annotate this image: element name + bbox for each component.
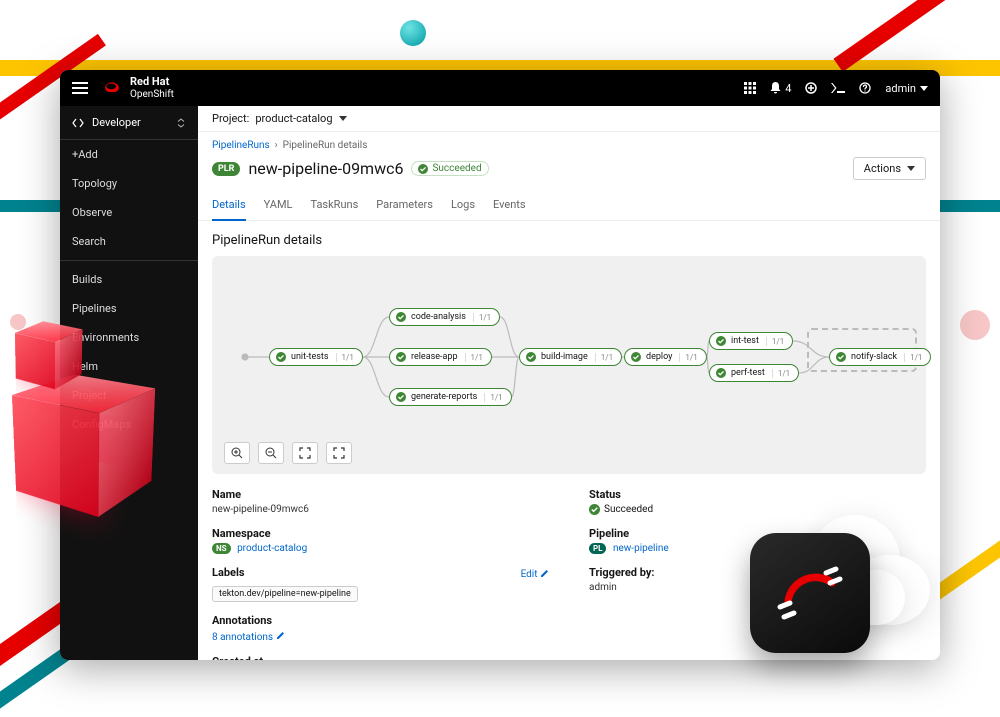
zoom-out-icon <box>265 447 277 459</box>
pipeline-task-code-analysis[interactable]: code-analysis1/1 <box>389 308 500 326</box>
tabs: Details YAML TaskRuns Parameters Logs Ev… <box>198 190 940 221</box>
sidebar-item-builds[interactable]: Builds <box>60 265 198 294</box>
detail-labels: Labels Edit tekton.dev/pipeline=new-pipe… <box>212 566 549 602</box>
pipeline-task-int-test[interactable]: int-test1/1 <box>709 332 793 350</box>
pipeline-link[interactable]: new-pipeline <box>613 543 669 554</box>
detail-namespace: Namespace NS product-catalog <box>212 527 549 554</box>
user-label: admin <box>885 82 916 95</box>
namespace-link[interactable]: product-catalog <box>237 543 307 554</box>
decor-cube-large <box>35 390 135 490</box>
pipeline-task-build-image[interactable]: build-image1/1 <box>519 348 622 366</box>
pencil-icon <box>276 631 285 640</box>
tab-parameters[interactable]: Parameters <box>376 190 433 220</box>
redhat-logo-icon <box>102 80 122 96</box>
bell-icon <box>770 82 781 94</box>
pipeline-badge: PL <box>589 543 606 554</box>
section-heading: PipelineRun details <box>198 221 940 256</box>
decor-dot <box>400 20 426 46</box>
annotations-link[interactable]: 8 annotations <box>212 632 285 643</box>
breadcrumb: PipelineRuns › PipelineRun details <box>198 132 940 151</box>
pipeline-task-perf-test[interactable]: perf-test1/1 <box>709 364 799 382</box>
label-chip[interactable]: tekton.dev/pipeline=new-pipeline <box>212 586 358 602</box>
brand-line1: Red Hat <box>130 76 174 88</box>
chevron-down-icon <box>907 166 915 171</box>
project-value: product-catalog <box>255 112 332 125</box>
perspective-switcher[interactable]: Developer <box>60 106 198 140</box>
pencil-icon <box>540 569 549 578</box>
sidebar-item-pipelines[interactable]: Pipelines <box>60 294 198 323</box>
pipeline-task-deploy[interactable]: deploy1/1 <box>624 348 707 366</box>
expand-icon <box>333 447 345 459</box>
zoom-out-button[interactable] <box>258 442 284 464</box>
breadcrumb-current: PipelineRun details <box>283 140 368 151</box>
project-label: Project: <box>212 112 249 125</box>
pipeline-task-unit-tests[interactable]: unit-tests1/1 <box>269 348 363 366</box>
detail-status: Status Succeeded <box>589 488 926 515</box>
zoom-controls <box>224 442 914 464</box>
tab-yaml[interactable]: YAML <box>264 190 293 220</box>
menu-toggle-button[interactable] <box>72 82 88 94</box>
tab-taskruns[interactable]: TaskRuns <box>310 190 358 220</box>
title-row: PLR new-pipeline-09mwc6 Succeeded Action… <box>198 151 940 190</box>
tab-details[interactable]: Details <box>212 190 246 221</box>
sidebar-item-add[interactable]: +Add <box>60 140 198 169</box>
pipeline-task-generate-reports[interactable]: generate-reports1/1 <box>389 388 512 406</box>
zoom-fit-button[interactable] <box>292 442 318 464</box>
pipeline-task-notify-slack[interactable]: notify-slack1/1 <box>829 348 931 366</box>
zoom-in-button[interactable] <box>224 442 250 464</box>
decor-dot <box>10 314 26 330</box>
pipeline-task-release-app[interactable]: release-app1/1 <box>389 348 492 366</box>
perspective-label: Developer <box>92 116 141 129</box>
detail-created: Created at May 16, 2023, 3:01 PM <box>212 655 549 660</box>
brand: Red Hat OpenShift <box>102 76 174 99</box>
labels-edit-link[interactable]: Edit <box>521 569 549 580</box>
zoom-in-icon <box>231 447 243 459</box>
notifications-count: 4 <box>785 82 791 95</box>
sidebar-item-search[interactable]: Search <box>60 227 198 256</box>
code-icon <box>72 118 84 128</box>
sidebar-item-observe[interactable]: Observe <box>60 198 198 227</box>
fit-icon <box>299 447 311 459</box>
openshift-app-icon <box>750 533 870 653</box>
tab-events[interactable]: Events <box>493 190 526 220</box>
chevron-down-icon <box>920 86 928 91</box>
pipeline-canvas[interactable]: unit-tests1/1 code-analysis1/1 release-app… <box>212 256 926 474</box>
status-badge: Succeeded <box>411 161 488 176</box>
actions-dropdown[interactable]: Actions <box>853 157 926 180</box>
check-circle-icon <box>418 164 428 174</box>
tab-logs[interactable]: Logs <box>451 190 475 220</box>
namespace-badge: NS <box>212 543 231 554</box>
project-selector[interactable]: Project: product-catalog <box>198 106 940 132</box>
check-circle-icon <box>589 504 600 515</box>
brand-line2: OpenShift <box>130 89 174 100</box>
notifications-button[interactable]: 4 <box>770 82 791 95</box>
user-menu-button[interactable]: admin <box>885 82 928 95</box>
breadcrumb-root[interactable]: PipelineRuns <box>212 140 270 151</box>
chevron-updown-icon <box>176 118 186 128</box>
decor-cube-small <box>25 330 73 378</box>
help-button[interactable] <box>859 82 871 94</box>
zoom-reset-button[interactable] <box>326 442 352 464</box>
topbar: Red Hat OpenShift 4 admin <box>60 70 940 106</box>
detail-annotations: Annotations 8 annotations <box>212 614 549 643</box>
decor-dot <box>960 310 990 340</box>
apps-grid-button[interactable] <box>744 82 756 94</box>
sidebar-item-topology[interactable]: Topology <box>60 169 198 198</box>
detail-name: Name new-pipeline-09mwc6 <box>212 488 549 515</box>
page-title: new-pipeline-09mwc6 <box>248 159 403 178</box>
chevron-down-icon <box>339 116 347 121</box>
resource-type-badge: PLR <box>212 162 240 176</box>
terminal-button[interactable] <box>831 83 845 93</box>
add-button[interactable] <box>805 82 817 94</box>
